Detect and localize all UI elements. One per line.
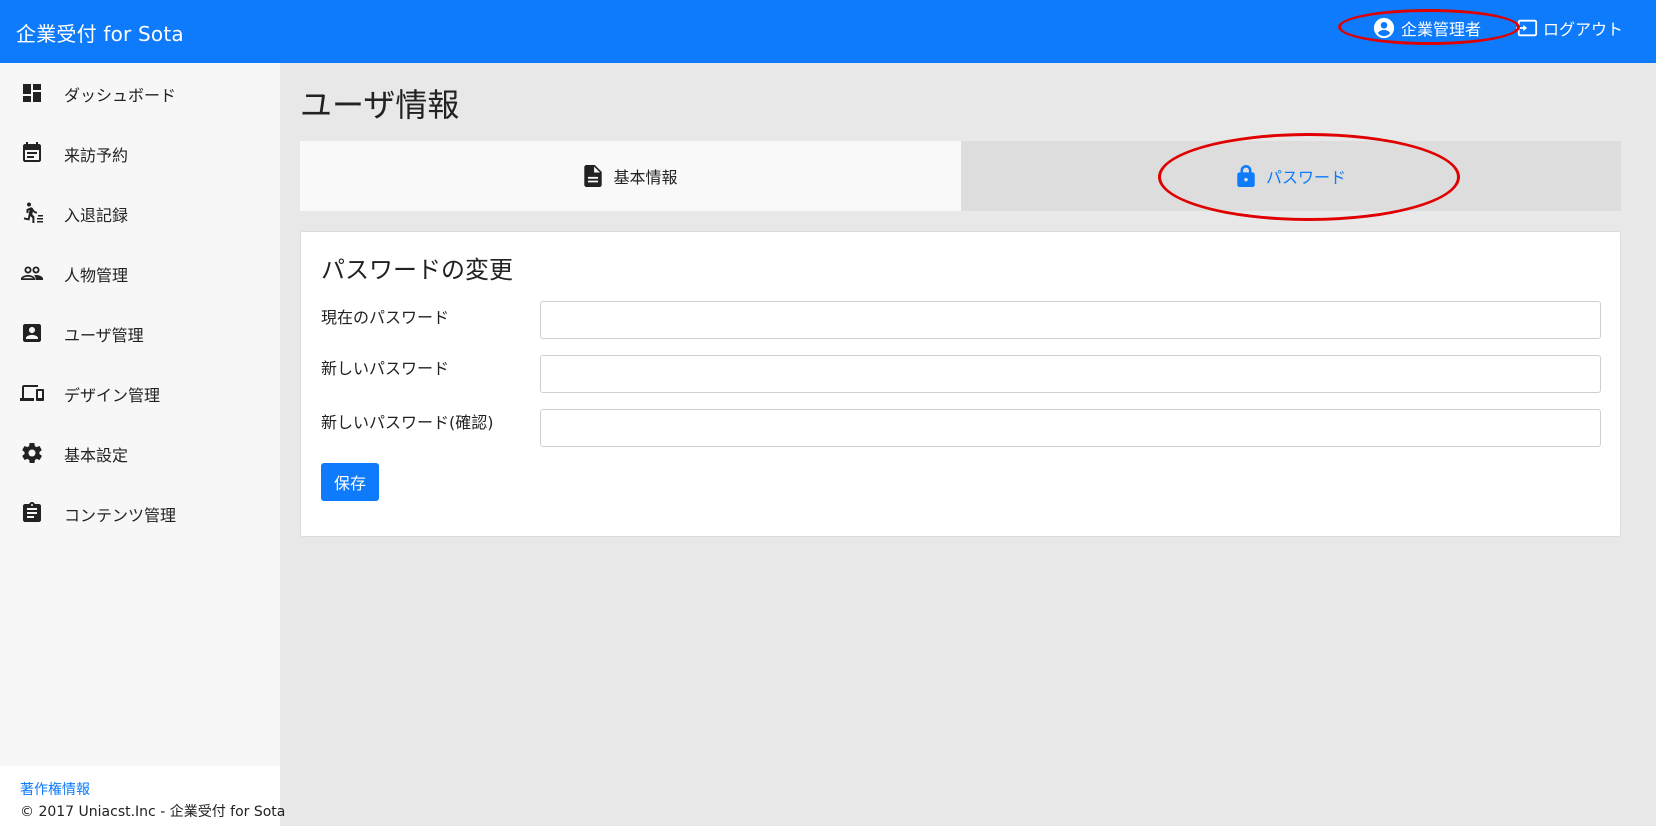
sidebar-item-visit-reservation[interactable]: 来訪予約 bbox=[0, 123, 280, 183]
logout-icon bbox=[1515, 19, 1538, 37]
tab-label: 基本情報 bbox=[613, 168, 678, 187]
save-button[interactable]: 保存 bbox=[321, 463, 379, 501]
sidebar-item-label: ユーザ管理 bbox=[64, 326, 144, 345]
devices-icon bbox=[20, 381, 44, 405]
sidebar-item-dashboard[interactable]: ダッシュボード bbox=[0, 63, 280, 123]
tab-bar: 基本情報 パスワード bbox=[300, 141, 1621, 211]
sidebar-item-person-management[interactable]: 人物管理 bbox=[0, 243, 280, 303]
sidebar: ダッシュボード 来訪予約 入退記録 人物管理 ユーザ管理 デザイン管理 基本設定… bbox=[0, 63, 285, 826]
logout-link[interactable]: ログアウト bbox=[1515, 16, 1623, 40]
logout-label: ログアウト bbox=[1543, 20, 1624, 39]
clipboard-icon bbox=[20, 501, 44, 525]
user-name: 企業管理者 bbox=[1401, 20, 1482, 39]
walk-icon bbox=[20, 201, 44, 225]
confirm-password-label: 新しいパスワード(確認) bbox=[321, 413, 494, 432]
new-password-input[interactable] bbox=[540, 355, 1601, 393]
user-menu-link[interactable]: 企業管理者 bbox=[1373, 16, 1481, 40]
password-change-card: パスワードの変更 現在のパスワード 新しいパスワード 新しいパスワード(確認) … bbox=[300, 231, 1621, 537]
lock-icon bbox=[1237, 165, 1255, 187]
copyright-text: © 2017 Uniacst.Inc - 企業受付 for Sota bbox=[20, 804, 286, 820]
sidebar-item-entry-log[interactable]: 入退記録 bbox=[0, 183, 280, 243]
confirm-password-input[interactable] bbox=[540, 409, 1601, 447]
sidebar-item-label: デザイン管理 bbox=[64, 386, 161, 405]
account-circle-icon bbox=[1373, 17, 1395, 39]
dashboard-icon bbox=[20, 81, 44, 105]
sidebar-item-design-management[interactable]: デザイン管理 bbox=[0, 363, 280, 423]
copyright-link[interactable]: 著作権情報 bbox=[20, 779, 90, 799]
current-password-input[interactable] bbox=[540, 301, 1601, 339]
tab-label: パスワード bbox=[1265, 168, 1346, 187]
document-icon bbox=[584, 165, 603, 187]
sidebar-footer: 著作権情報 © 2017 Uniacst.Inc - 企業受付 for Sota bbox=[0, 766, 285, 826]
tab-password[interactable]: パスワード bbox=[961, 141, 1621, 211]
app-brand[interactable]: 企業受付 for Sota bbox=[16, 18, 184, 47]
sidebar-item-basic-settings[interactable]: 基本設定 bbox=[0, 423, 280, 483]
sidebar-item-label: 入退記録 bbox=[64, 206, 129, 225]
sidebar-item-label: コンテンツ管理 bbox=[64, 506, 177, 525]
current-password-label: 現在のパスワード bbox=[321, 308, 450, 327]
new-password-label: 新しいパスワード bbox=[321, 359, 450, 378]
top-navbar: 企業受付 for Sota 企業管理者 ログアウト bbox=[0, 0, 1656, 63]
sidebar-item-label: ダッシュボード bbox=[64, 86, 177, 105]
sidebar-item-content-management[interactable]: コンテンツ管理 bbox=[0, 483, 280, 543]
sidebar-item-label: 人物管理 bbox=[64, 266, 129, 285]
sidebar-item-label: 基本設定 bbox=[64, 446, 129, 465]
sidebar-item-user-management[interactable]: ユーザ管理 bbox=[0, 303, 280, 363]
sidebar-item-label: 来訪予約 bbox=[64, 146, 129, 165]
tab-basic-info[interactable]: 基本情報 bbox=[300, 141, 961, 211]
card-title: パスワードの変更 bbox=[321, 256, 513, 284]
calendar-icon bbox=[20, 141, 44, 165]
people-icon bbox=[20, 261, 44, 285]
page-title: ユーザ情報 bbox=[300, 86, 460, 124]
gear-icon bbox=[20, 441, 44, 465]
account-box-icon bbox=[20, 321, 44, 345]
